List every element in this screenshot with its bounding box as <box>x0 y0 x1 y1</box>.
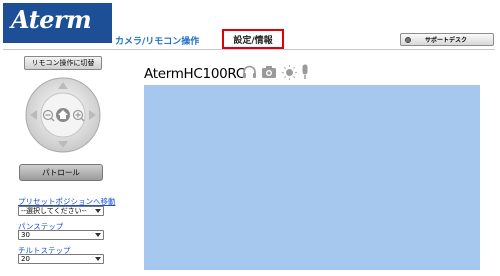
tilt-down-arrow-icon[interactable] <box>53 138 73 152</box>
camera-video-view[interactable] <box>144 85 480 270</box>
chevron-down-icon <box>95 233 101 237</box>
preset-select-value: --選択してください-- <box>21 207 87 215</box>
preset-select[interactable]: --選択してください-- <box>18 206 104 216</box>
camera-name-title: AtermHC100RC <box>144 66 245 82</box>
camera-icon[interactable] <box>261 64 277 80</box>
nav-camera-remote[interactable]: カメラ/リモコン操作 <box>115 34 199 47</box>
camera-toolbar <box>242 64 312 80</box>
microphone-icon[interactable] <box>300 64 310 80</box>
logo-text: Aterm <box>11 5 92 34</box>
nav-settings-info[interactable]: 設定/情報 <box>222 29 284 49</box>
light-icon[interactable] <box>282 64 297 80</box>
tilt-step-value: 20 <box>21 255 30 263</box>
aterm-logo[interactable]: Aterm <box>3 3 112 43</box>
support-desk-button[interactable]: サポートデスク <box>400 33 494 46</box>
pan-step-value: 30 <box>21 231 30 239</box>
zoom-out-icon[interactable] <box>42 109 55 122</box>
support-desk-label: サポートデスク <box>425 37 468 44</box>
pan-left-arrow-icon[interactable] <box>26 105 40 125</box>
pan-right-arrow-icon[interactable] <box>86 105 100 125</box>
tilt-up-arrow-icon[interactable] <box>53 78 73 92</box>
patrol-button[interactable]: パトロール <box>19 164 103 181</box>
pan-tilt-control-pad <box>24 76 102 154</box>
pan-step-select[interactable]: 30 <box>18 230 104 240</box>
chevron-down-icon <box>95 209 101 213</box>
home-position-icon[interactable] <box>56 108 70 122</box>
chevron-down-icon <box>95 257 101 261</box>
tilt-step-select[interactable]: 20 <box>18 254 104 264</box>
header-divider <box>3 49 495 50</box>
headphones-icon[interactable] <box>242 64 257 80</box>
zoom-in-icon[interactable] <box>72 109 85 122</box>
bullet-icon <box>405 36 411 43</box>
remote-toggle-button[interactable]: リモコン操作に切替 <box>24 56 102 70</box>
